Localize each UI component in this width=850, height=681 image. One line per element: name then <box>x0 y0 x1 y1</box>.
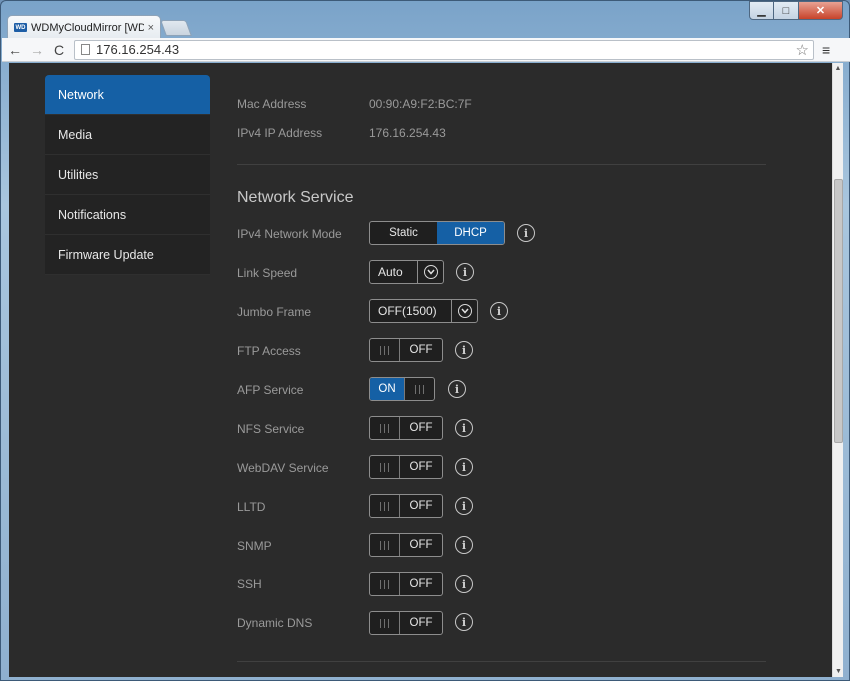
toggle-grip <box>370 573 400 595</box>
network-service-title: Network Service <box>237 189 354 206</box>
browser-toolbar: ← → C 176.16.254.43 ☆ ≡ <box>2 38 850 62</box>
webdav-service-label: WebDAV Service <box>237 461 329 475</box>
jumbo-frame-info-icon[interactable]: i <box>490 302 508 320</box>
sidebar-item-media[interactable]: Media <box>45 115 210 155</box>
scroll-down-arrow-icon[interactable]: ▼ <box>833 666 843 677</box>
browser-menu-icon[interactable]: ≡ <box>822 42 830 58</box>
jumbo-frame-select[interactable]: OFF(1500) <box>369 299 478 323</box>
sidebar-item-notifications[interactable]: Notifications <box>45 195 210 235</box>
mac-address-label: Mac Address <box>237 97 307 111</box>
window-controls: ▁ □ ✕ <box>749 1 843 20</box>
bookmark-star-icon[interactable]: ☆ <box>796 41 809 59</box>
mac-address-row: Mac Address 00:90:A9:F2:BC:7F <box>237 97 472 111</box>
link-speed-label: Link Speed <box>237 266 298 280</box>
maximize-button[interactable]: □ <box>774 1 799 20</box>
page-scrollbar[interactable]: ▲ ▼ <box>832 63 843 677</box>
toggle-state: OFF <box>409 500 433 512</box>
toggle-state: OFF <box>409 422 433 434</box>
lltd-toggle[interactable]: OFF <box>369 494 443 518</box>
toggle-grip <box>370 495 400 517</box>
ipv4-mode-info-icon[interactable]: i <box>517 224 535 242</box>
ipv4-mode-static-option[interactable]: Static <box>370 222 437 244</box>
ipv4-address-value: 176.16.254.43 <box>369 126 446 140</box>
lltd-label: LLTD <box>237 500 266 514</box>
snmp-info-icon[interactable]: i <box>455 536 473 554</box>
wd-favicon-icon: WD <box>14 23 27 32</box>
sidebar-item-utilities[interactable]: Utilities <box>45 155 210 195</box>
tab-close-icon[interactable]: × <box>148 22 154 34</box>
page-icon <box>81 44 90 55</box>
jumbo-frame-label: Jumbo Frame <box>237 305 312 319</box>
dynamic-dns-info-icon[interactable]: i <box>455 613 473 631</box>
toggle-state: OFF <box>409 344 433 356</box>
back-arrow-icon[interactable]: ← <box>6 42 24 58</box>
nfs-service-label: NFS Service <box>237 422 305 436</box>
sidebar-item-network[interactable]: Network <box>45 75 210 115</box>
forward-arrow-icon[interactable]: → <box>28 42 46 58</box>
chevron-down-icon <box>451 300 477 322</box>
toggle-grip <box>370 534 400 556</box>
toggle-state: OFF <box>409 461 433 473</box>
ipv4-address-row: IPv4 IP Address 176.16.254.43 <box>237 126 446 140</box>
toggle-state: OFF <box>409 539 433 551</box>
settings-sidebar: Network Media Utilities Notifications Fi… <box>45 75 210 275</box>
page-viewport: Network Media Utilities Notifications Fi… <box>9 63 843 677</box>
dynamic-dns-toggle[interactable]: OFF <box>369 611 443 635</box>
chevron-down-icon <box>417 261 443 283</box>
ssh-label: SSH <box>237 577 262 591</box>
nfs-service-info-icon[interactable]: i <box>455 419 473 437</box>
tab-title: WDMyCloudMirror [WD M <box>31 21 144 34</box>
ipv4-mode-segmented-control: Static DHCP <box>369 221 505 245</box>
address-bar[interactable]: 176.16.254.43 ☆ <box>74 39 814 60</box>
ipv4-mode-dhcp-option[interactable]: DHCP <box>437 222 504 244</box>
mac-address-value: 00:90:A9:F2:BC:7F <box>369 97 472 111</box>
toggle-grip <box>404 378 434 400</box>
dynamic-dns-label: Dynamic DNS <box>237 616 313 630</box>
ssh-info-icon[interactable]: i <box>455 575 473 593</box>
afp-service-info-icon[interactable]: i <box>448 380 466 398</box>
new-tab-button[interactable] <box>160 20 192 36</box>
link-speed-select[interactable]: Auto <box>369 260 444 284</box>
snmp-toggle[interactable]: OFF <box>369 533 443 557</box>
toggle-state: ON <box>370 378 404 400</box>
link-speed-info-icon[interactable]: i <box>456 263 474 281</box>
webdav-service-info-icon[interactable]: i <box>455 458 473 476</box>
browser-window: WD WDMyCloudMirror [WD M × ▁ □ ✕ ← → C 1… <box>0 0 850 681</box>
section-divider <box>237 164 766 165</box>
ipv4-mode-label: IPv4 Network Mode <box>237 227 342 241</box>
ssh-toggle[interactable]: OFF <box>369 572 443 596</box>
nfs-service-toggle[interactable]: OFF <box>369 416 443 440</box>
link-speed-value: Auto <box>378 265 403 279</box>
close-window-button[interactable]: ✕ <box>799 1 843 20</box>
webdav-service-toggle[interactable]: OFF <box>369 455 443 479</box>
lltd-info-icon[interactable]: i <box>455 497 473 515</box>
ipv4-address-label: IPv4 IP Address <box>237 126 323 140</box>
afp-service-label: AFP Service <box>237 383 304 397</box>
address-url: 176.16.254.43 <box>96 42 180 57</box>
toggle-state: OFF <box>409 617 433 629</box>
browser-tab[interactable]: WD WDMyCloudMirror [WD M × <box>7 15 161 39</box>
ftp-access-toggle[interactable]: OFF <box>369 338 443 362</box>
toggle-grip <box>370 339 400 361</box>
sidebar-item-firmware-update[interactable]: Firmware Update <box>45 235 210 275</box>
toggle-state: OFF <box>409 578 433 590</box>
reload-icon[interactable]: C <box>50 42 68 58</box>
snmp-label: SNMP <box>237 539 272 553</box>
scroll-up-arrow-icon[interactable]: ▲ <box>833 63 843 74</box>
toggle-grip <box>370 456 400 478</box>
section-divider <box>237 661 766 662</box>
minimize-button[interactable]: ▁ <box>749 1 774 20</box>
toggle-grip <box>370 612 400 634</box>
scrollbar-thumb[interactable] <box>834 179 843 443</box>
ftp-access-label: FTP Access <box>237 344 301 358</box>
afp-service-toggle[interactable]: ON <box>369 377 435 401</box>
toggle-grip <box>370 417 400 439</box>
ftp-access-info-icon[interactable]: i <box>455 341 473 359</box>
jumbo-frame-value: OFF(1500) <box>378 304 437 318</box>
